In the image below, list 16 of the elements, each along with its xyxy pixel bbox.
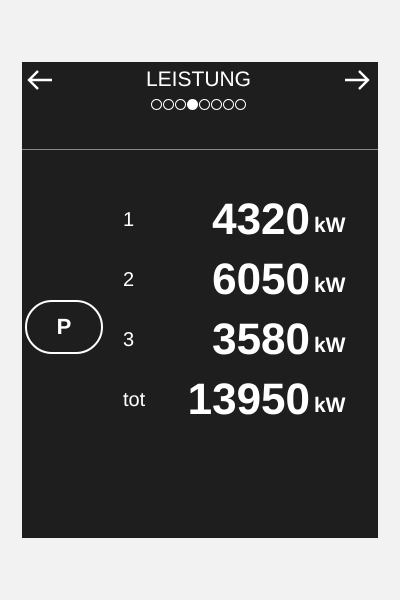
mode-button[interactable]: P — [25, 300, 103, 354]
unit-label: kW — [314, 273, 346, 298]
screen-title: LEISTUNG — [146, 69, 252, 91]
row-label: 2 — [123, 268, 134, 292]
arrow-right-icon[interactable] — [344, 70, 370, 90]
unit-label: kW — [314, 333, 346, 358]
power-value: 6050 — [212, 255, 310, 305]
unit-label: kW — [314, 213, 346, 238]
row-label: 1 — [123, 208, 134, 232]
unit-label: kW — [314, 393, 346, 418]
row-label: 3 — [123, 328, 134, 352]
power-value: 4320 — [212, 195, 310, 245]
arrow-left-icon[interactable] — [27, 70, 53, 90]
power-value: 13950 — [188, 375, 310, 425]
row-label: tot — [123, 388, 146, 412]
power-value: 3580 — [212, 315, 310, 365]
